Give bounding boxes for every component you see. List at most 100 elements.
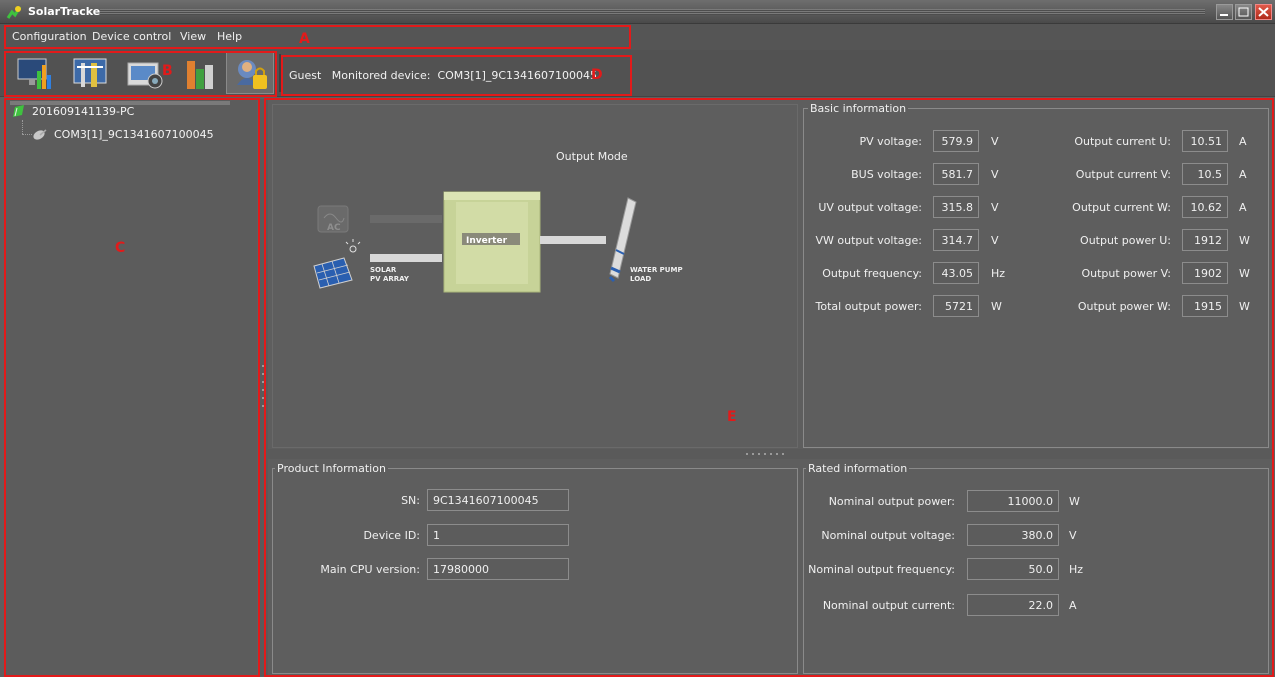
toolbar-separator [279, 54, 281, 92]
settings-tools-icon [73, 58, 107, 87]
tree-item-device[interactable]: COM3[1]_9C1341607100045 [32, 126, 252, 144]
statistics-button[interactable] [174, 52, 222, 94]
settings-tools-button[interactable] [66, 52, 114, 94]
rated-label: Nominal output power: [828, 495, 955, 508]
annotation-label-d: D [591, 67, 603, 83]
basic-right-value: 1912 [1182, 229, 1228, 251]
basic-right-label: Output current U: [1074, 135, 1171, 148]
title-stripe [100, 9, 1205, 15]
basic-right-value: 10.62 [1182, 196, 1228, 218]
load-label: LOAD [630, 275, 651, 283]
basic-right-label: Output power W: [1077, 300, 1171, 313]
basic-left-value: 43.05 [933, 262, 979, 284]
basic-right-unit: A [1239, 168, 1247, 181]
product-value: 17980000 [427, 558, 569, 580]
product-label: SN: [401, 494, 420, 507]
system-diagram: AC SOLAR PV ARRAY Inverter WATER PUMP LO… [313, 191, 683, 293]
inverter-label: Inverter [466, 236, 508, 246]
menu-configuration[interactable]: Configuration [12, 30, 87, 43]
monitor-chart-icon [17, 58, 51, 89]
device-tree-panel [6, 99, 257, 676]
statistics-icon [187, 61, 213, 89]
tree-item-pc-label: 201609141139-PC [32, 105, 135, 118]
basic-left-unit: V [991, 201, 999, 214]
basic-left-label: BUS voltage: [851, 168, 922, 181]
app-logo-icon [6, 6, 22, 19]
satellite-dish-icon [33, 129, 47, 140]
close-button[interactable] [1255, 4, 1272, 20]
monitor-status-text: Guest Monitored device: COM3[1]_9C134160… [289, 69, 598, 82]
monitor-chart-button[interactable] [10, 52, 58, 94]
ac-source-icon: AC [317, 205, 442, 233]
basic-right-unit: W [1239, 267, 1250, 280]
horizontal-splitter[interactable] [268, 449, 1273, 459]
rated-unit: A [1069, 599, 1077, 612]
basic-left-value: 314.7 [933, 229, 979, 251]
basic-left-unit: Hz [991, 267, 1006, 280]
title-bar[interactable]: SolarTracker [0, 0, 1275, 24]
user-lock-button[interactable] [226, 52, 274, 94]
basic-left-label: PV voltage: [859, 135, 922, 148]
output-mode-title: Output Mode [556, 150, 628, 163]
basic-right-unit: W [1239, 234, 1250, 247]
menu-bar: Configuration Device control View Help [0, 24, 1275, 50]
toolbar [0, 50, 1275, 97]
rated-value: 11000.0 [967, 490, 1059, 512]
basic-right-unit: A [1239, 135, 1247, 148]
tree-item-device-label: COM3[1]_9C1341607100045 [54, 128, 214, 141]
rated-value: 22.0 [967, 594, 1059, 616]
basic-right-value: 1902 [1182, 262, 1228, 284]
rated-unit: V [1069, 529, 1077, 542]
basic-left-value: 315.8 [933, 196, 979, 218]
basic-right-label: Output current W: [1072, 201, 1171, 214]
rated-label: Nominal output current: [822, 599, 955, 612]
basic-left-label: Total output power: [815, 300, 922, 313]
close-icon [1258, 7, 1269, 17]
vertical-splitter[interactable] [258, 99, 268, 676]
inverter-icon: Inverter [443, 191, 541, 293]
rated-unit: Hz [1069, 563, 1084, 576]
basic-left-unit: V [991, 168, 999, 181]
product-info-title: Product Information [275, 462, 388, 475]
basic-right-value: 10.51 [1182, 130, 1228, 152]
product-label: Device ID: [363, 529, 420, 542]
basic-right-unit: W [1239, 300, 1250, 313]
window-title: SolarTracker [28, 5, 106, 18]
basic-left-value: 579.9 [933, 130, 979, 152]
computer-icon [13, 105, 24, 117]
solar-line [370, 254, 442, 262]
user-lock-icon [237, 60, 267, 89]
basic-right-value: 10.5 [1182, 163, 1228, 185]
basic-left-label: Output frequency: [822, 267, 922, 280]
photo-camera-icon [127, 62, 163, 89]
pv-array-label: PV ARRAY [370, 275, 410, 283]
solar-label: SOLAR [370, 266, 397, 274]
maximize-button[interactable] [1235, 4, 1252, 20]
annotation-label-a: A [299, 31, 310, 47]
tree-connector-h [22, 134, 32, 135]
basic-right-label: Output power U: [1080, 234, 1171, 247]
basic-left-value: 5721 [933, 295, 979, 317]
minimize-button[interactable] [1216, 4, 1233, 20]
rated-label: Nominal output voltage: [821, 529, 955, 542]
product-value: 1 [427, 524, 569, 546]
menu-help[interactable]: Help [217, 30, 242, 43]
basic-left-unit: W [991, 300, 1002, 313]
ac-label: AC [327, 223, 341, 233]
restore-icon [1238, 7, 1249, 17]
annotation-label-b: B [162, 63, 173, 79]
basic-left-unit: V [991, 234, 999, 247]
tree-item-pc[interactable]: 201609141139-PC [12, 103, 252, 121]
rated-value: 380.0 [967, 524, 1059, 546]
basic-left-unit: V [991, 135, 999, 148]
basic-right-value: 1915 [1182, 295, 1228, 317]
menu-device-control[interactable]: Device control [92, 30, 171, 43]
photo-camera-button[interactable] [120, 52, 168, 94]
menu-view[interactable]: View [180, 30, 206, 43]
basic-left-value: 581.7 [933, 163, 979, 185]
product-label: Main CPU version: [320, 563, 420, 576]
product-value: 9C1341607100045 [427, 489, 569, 511]
solar-panel-icon [313, 239, 361, 289]
basic-right-label: Output power V: [1081, 267, 1171, 280]
water-pump-label: WATER PUMP [630, 266, 683, 274]
